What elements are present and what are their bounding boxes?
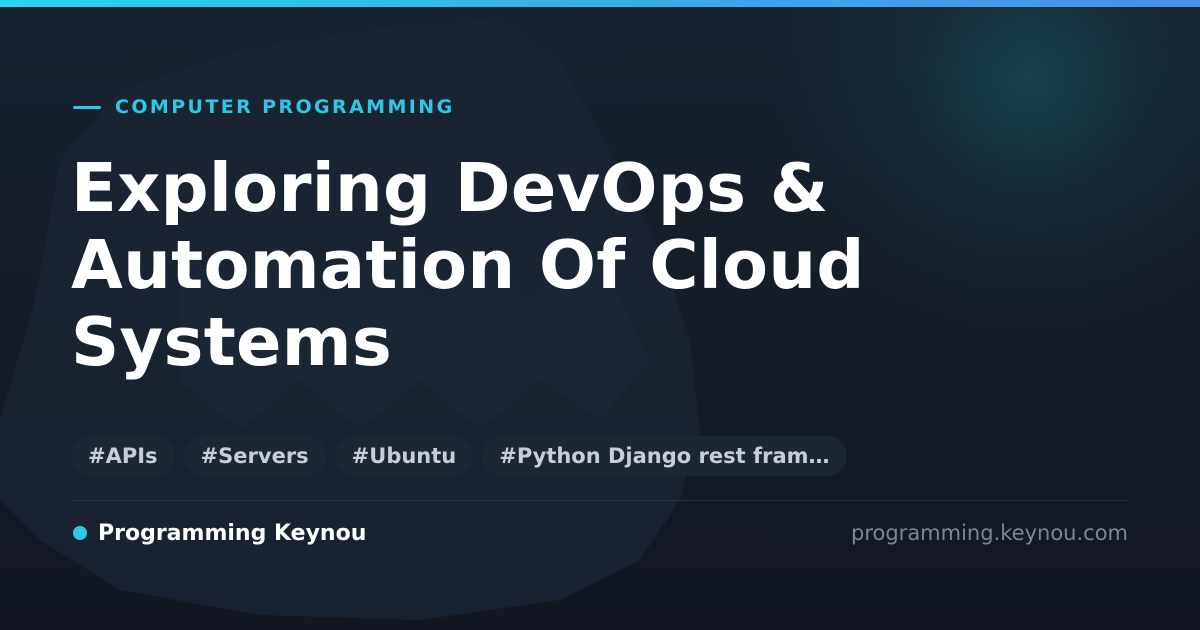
category-row: COMPUTER PROGRAMMING [73, 94, 455, 120]
title-line-2: Automation Of Cloud [71, 226, 865, 304]
social-card: COMPUTER PROGRAMMING Exploring DevOps & … [0, 0, 1200, 630]
site-url[interactable]: programming.keynou.com [851, 518, 1128, 548]
tag-python-django[interactable]: #Python Django rest fram… [482, 436, 847, 476]
tag-list: #APIs #Servers #Ubuntu #Python Django re… [71, 436, 847, 476]
page-title: Exploring DevOps & Automation Of Cloud S… [71, 150, 971, 381]
brand-dot-icon [73, 526, 87, 540]
category-label: COMPUTER PROGRAMMING [115, 96, 455, 118]
tag-servers[interactable]: #Servers [183, 436, 326, 476]
footer-divider [73, 500, 1128, 501]
title-line-1: Exploring DevOps & [71, 149, 829, 227]
brand-name: Programming Keynou [98, 520, 367, 546]
category-dash [73, 105, 101, 109]
tag-apis[interactable]: #APIs [71, 436, 175, 476]
title-line-3: Systems [71, 303, 393, 381]
tag-ubuntu[interactable]: #Ubuntu [334, 436, 474, 476]
brand[interactable]: Programming Keynou [73, 518, 366, 548]
